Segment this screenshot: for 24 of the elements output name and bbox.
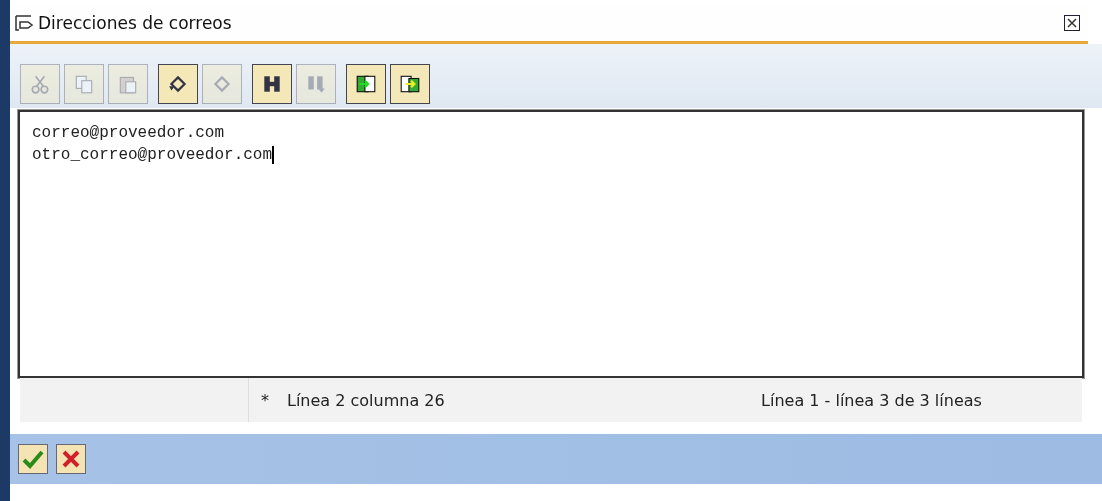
undo-button[interactable] [158, 64, 198, 104]
import-button[interactable] [346, 64, 386, 104]
modified-indicator: * [261, 390, 269, 410]
undo-icon [167, 73, 189, 95]
text-editor[interactable]: correo@proveedor.com otro_correo@proveedor.com [18, 110, 1084, 378]
window-icon [14, 14, 34, 32]
scissors-icon [29, 73, 51, 95]
close-icon [61, 449, 81, 469]
window-title: Direcciones de correos [38, 13, 233, 33]
text-line: otro_correo@proveedor.com [32, 146, 273, 164]
text-line: correo@proveedor.com [32, 124, 225, 142]
checkmark-icon [22, 449, 44, 469]
cancel-button[interactable] [56, 444, 86, 474]
confirm-button[interactable] [18, 444, 48, 474]
close-button[interactable] [1064, 15, 1080, 31]
redo-icon [211, 73, 233, 95]
find-button[interactable] [252, 64, 292, 104]
cursor-position: Línea 2 columna 26 [287, 390, 445, 410]
export-button[interactable] [390, 64, 430, 104]
close-icon [1067, 18, 1077, 28]
line-range: Línea 1 - línea 3 de 3 líneas [761, 390, 982, 410]
import-icon [355, 73, 377, 95]
copy-icon [73, 73, 95, 95]
export-icon [399, 73, 421, 95]
